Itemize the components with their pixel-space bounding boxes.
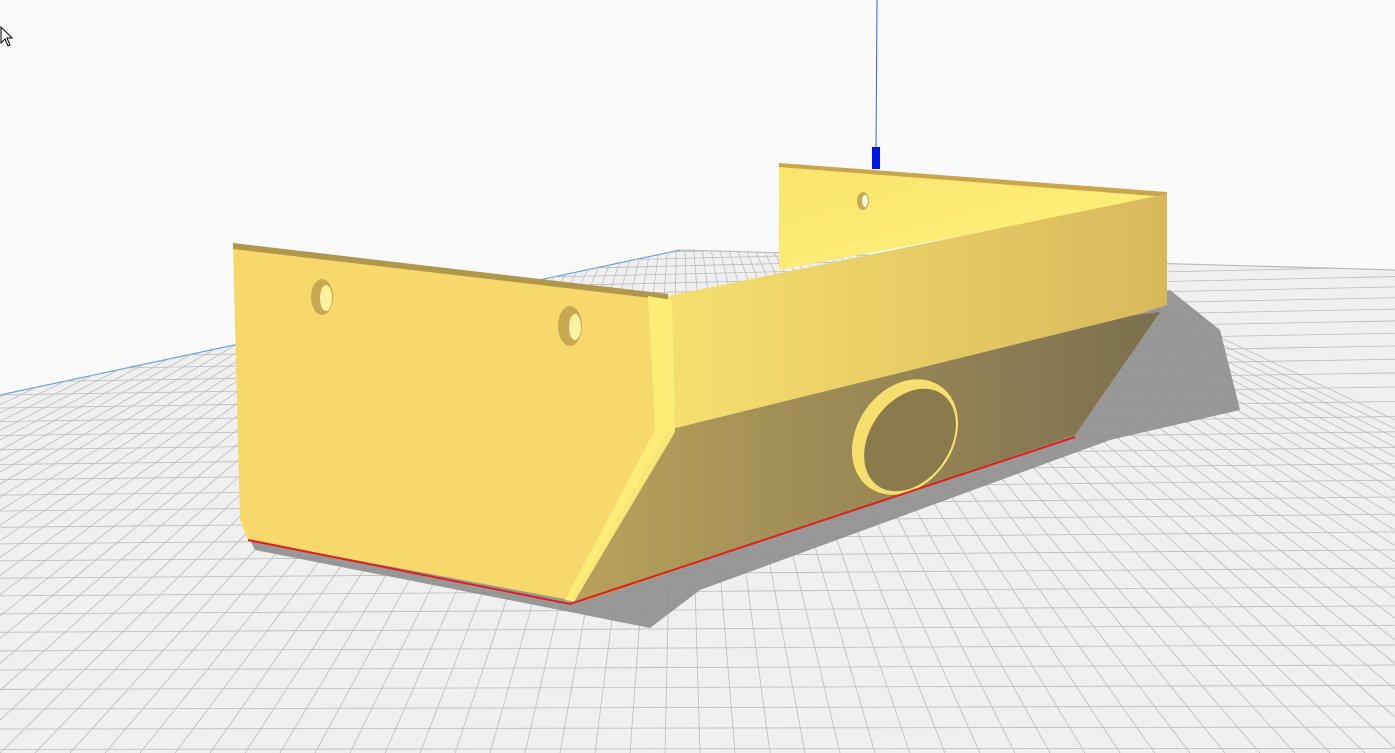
scene-canvas[interactable]	[0, 0, 1395, 753]
hole-through	[320, 285, 332, 311]
hole-through	[569, 314, 581, 340]
grid-line	[0, 250, 1395, 251]
grid-line	[0, 250, 1395, 255]
3d-viewport[interactable]	[0, 0, 1395, 753]
z-axis-handle[interactable]	[872, 147, 880, 169]
arrow-pointer-icon	[0, 26, 14, 47]
hole-through	[862, 195, 868, 207]
z-axis-line	[875, 0, 878, 149]
grid-line	[0, 250, 1395, 252]
